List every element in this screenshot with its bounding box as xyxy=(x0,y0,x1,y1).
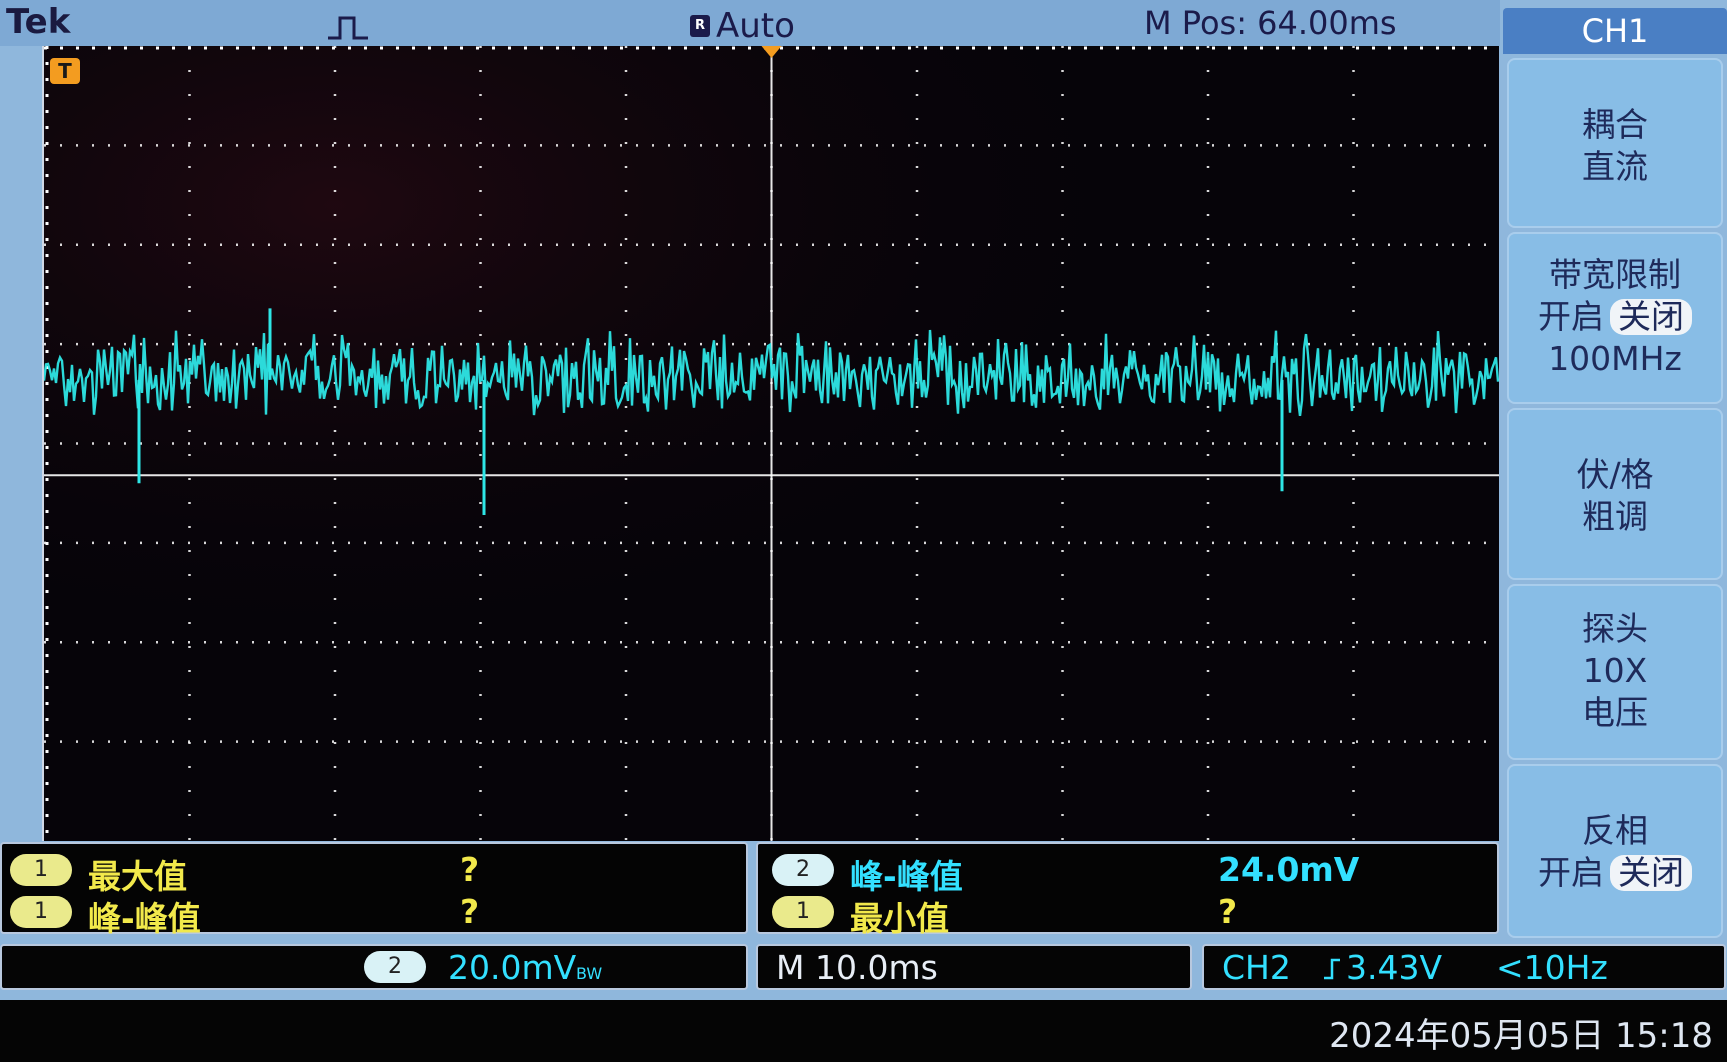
invert-off: 关闭 xyxy=(1610,855,1692,891)
status-header: Tek R Auto M Pos: 64.00ms xyxy=(0,0,1500,46)
pulse-icon xyxy=(328,16,368,40)
measurement-value: ? xyxy=(1218,892,1238,931)
settings-bar: 2 20.0mV BW M 10.0ms CH2 3.43V <10Hz xyxy=(0,940,1727,998)
channel-badge: 1 xyxy=(772,896,834,928)
probe-button[interactable]: 探头 10X 电压 xyxy=(1507,584,1723,760)
menu-title: CH1 xyxy=(1503,8,1727,54)
bandwidth-on: 开启 xyxy=(1538,297,1604,336)
measurement-row: 1 最大值 ? xyxy=(2,850,746,896)
timebase: M 10.0ms xyxy=(776,948,938,987)
volts-div-value: 粗调 xyxy=(1582,497,1648,536)
measurement-panel-right: 2 峰-峰值 24.0mV 1 最小值 ? xyxy=(756,842,1499,938)
bandwidth-indicator: BW xyxy=(576,964,603,983)
invert-label: 反相 xyxy=(1582,811,1648,850)
trigger-mode: R Auto xyxy=(690,6,795,46)
measurement-label: 峰-峰值 xyxy=(88,899,201,938)
bandwidth-value: 100MHz xyxy=(1548,339,1682,378)
bandwidth-off: 关闭 xyxy=(1610,299,1692,335)
bandwidth-toggle: 开启 关闭 xyxy=(1509,296,1721,338)
measurement-row: 2 峰-峰值 24.0mV xyxy=(758,850,1497,896)
channel-badge: 1 xyxy=(10,854,72,886)
waveform-display: T xyxy=(42,46,1499,841)
channel-badge: 1 xyxy=(10,896,72,928)
measurement-value: ? xyxy=(460,850,480,889)
trigger-state-icon: R xyxy=(690,15,710,37)
vertical-scale: 20.0mV xyxy=(448,948,577,987)
measurement-value: 24.0mV xyxy=(1218,850,1360,889)
measurement-row: 1 最小值 ? xyxy=(758,892,1497,938)
channel2-scale-box[interactable]: 2 20.0mV BW xyxy=(0,944,748,990)
measurement-label: 峰-峰值 xyxy=(850,857,963,896)
channel-badge: 2 xyxy=(772,854,834,886)
coupling-button[interactable]: 耦合 直流 xyxy=(1507,58,1723,228)
trigger-level-marker-label: T xyxy=(58,59,72,83)
coupling-label: 耦合 xyxy=(1582,105,1648,144)
measurement-row: 1 峰-峰值 ? xyxy=(2,892,746,938)
trigger-frequency: <10Hz xyxy=(1496,948,1608,987)
channel-badge: 2 xyxy=(364,951,426,983)
invert-on: 开启 xyxy=(1538,853,1604,892)
bandwidth-limit-button[interactable]: 带宽限制 开启 关闭 100MHz xyxy=(1507,232,1723,404)
waveform-canvas: T xyxy=(44,46,1499,841)
probe-attenuation: 10X xyxy=(1582,651,1648,690)
invert-toggle: 开启 关闭 xyxy=(1509,852,1721,894)
bandwidth-label: 带宽限制 xyxy=(1549,255,1681,294)
timebase-box[interactable]: M 10.0ms xyxy=(756,944,1192,990)
volts-div-label: 伏/格 xyxy=(1576,455,1654,494)
channel-menu: CH1 耦合 直流 带宽限制 开启 关闭 100MHz 伏/格 粗调 探头 10X… xyxy=(1503,8,1727,938)
date-bar: 2024年05月05日 15:18 xyxy=(0,1000,1727,1062)
rising-edge-icon xyxy=(1324,958,1340,980)
coupling-value: 直流 xyxy=(1582,147,1648,186)
probe-type: 电压 xyxy=(1582,693,1648,732)
invert-button[interactable]: 反相 开启 关闭 xyxy=(1507,764,1723,938)
measurement-label: 最大值 xyxy=(88,857,187,896)
brand-logo: Tek xyxy=(6,2,71,42)
volts-div-button[interactable]: 伏/格 粗调 xyxy=(1507,408,1723,580)
datetime: 2024年05月05日 15:18 xyxy=(1329,1016,1713,1056)
trigger-source: CH2 xyxy=(1222,948,1291,987)
trigger-level: 3.43V xyxy=(1346,948,1443,987)
horizontal-position: M Pos: 64.00ms xyxy=(1144,4,1397,42)
trigger-box[interactable]: CH2 3.43V <10Hz xyxy=(1202,944,1726,990)
measurement-label: 最小值 xyxy=(850,899,949,938)
probe-label: 探头 xyxy=(1582,609,1648,648)
measurement-value: ? xyxy=(460,892,480,931)
trigger-mode-label: Auto xyxy=(716,6,795,46)
measurement-panel-left: 1 最大值 ? 1 峰-峰值 ? xyxy=(0,842,748,938)
